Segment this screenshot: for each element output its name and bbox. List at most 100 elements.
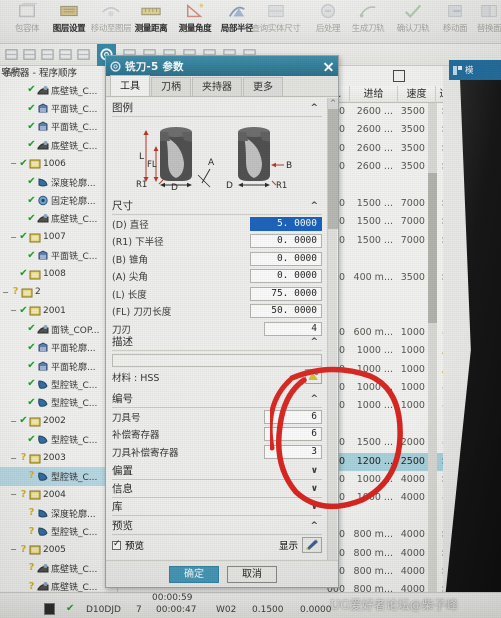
ribbon-measure-distance-icon[interactable]: 测量距离 (128, 0, 174, 43)
description-input[interactable] (112, 354, 322, 367)
dialog-scrollbar-thumb[interactable] (328, 109, 338, 229)
close-icon[interactable] (321, 59, 336, 74)
tree-item[interactable]: ✔ 面铣_COP... (0, 320, 117, 338)
description-section-header[interactable]: 描述 ^ (112, 333, 322, 351)
tree-item[interactable]: −? 2 (0, 283, 117, 301)
dialog-scrollbar[interactable]: ^ (327, 98, 338, 560)
ribbon-query-solid-size-icon[interactable]: 查询实体尺寸 (252, 0, 301, 43)
tree-item[interactable]: ✔ 固定轮廓... (0, 191, 117, 209)
chevron-up-icon[interactable]: ^ (310, 337, 322, 347)
tree-expander-icon[interactable]: − (9, 454, 18, 463)
dimensions-rows[interactable]: (D) 直径 5. 0000 (R1) 下半径 0. 0000 (B) 锥角 0. 000… (112, 215, 322, 338)
tree-expander-icon[interactable]: − (9, 159, 18, 168)
extrude-icon[interactable] (58, 47, 73, 62)
collapsed-section-header[interactable]: 库 ∨ (112, 498, 322, 516)
tree-item[interactable]: ✔ 平面铣_C... (0, 247, 117, 265)
tree-item[interactable]: ? 型腔铣_C... (0, 467, 117, 486)
dimension-field[interactable]: 0. 0000 (250, 251, 322, 266)
chevron-up-icon[interactable]: ^ (310, 201, 322, 211)
revolve-icon[interactable] (76, 47, 91, 62)
collapsed-section-header[interactable]: 信息 ∨ (112, 480, 322, 498)
tree-item[interactable]: −? 2003 (0, 449, 117, 467)
tree-expander-icon[interactable]: − (9, 490, 18, 499)
dimension-field[interactable]: 0. 0000 (250, 269, 322, 284)
display-tool-icon[interactable] (302, 537, 322, 553)
dimension-field[interactable]: 75. 0000 (250, 286, 322, 301)
chevron-up-icon[interactable]: ^ (310, 394, 322, 404)
preview-checkbox[interactable] (112, 539, 121, 550)
tree-expander-icon[interactable]: − (1, 288, 10, 297)
tree-item[interactable]: ✔ 型腔铣_C... (0, 394, 117, 412)
collapsed-sections[interactable]: 偏置 ∨ 信息 ∨ 库 ∨ (112, 462, 322, 516)
tree-item[interactable]: ✔ 底壁铣_C... (0, 210, 117, 228)
table-column-header[interactable]: 过.. (436, 86, 443, 103)
ribbon-layer-settings-icon[interactable]: 图层设置 (46, 0, 92, 43)
material-picker-icon[interactable] (305, 369, 322, 384)
cancel-button[interactable]: 取消 (227, 565, 277, 583)
tree-expander-icon[interactable]: − (9, 417, 18, 426)
chevron-up-icon[interactable]: ^ (310, 521, 322, 531)
preview-section-header[interactable]: 预览 ^ (112, 517, 322, 535)
tree-expander-icon[interactable]: − (9, 545, 18, 554)
tree-item[interactable]: ? 底壁铣_C... (0, 559, 117, 577)
numbering-section-header[interactable]: 编号 ^ (112, 390, 322, 408)
tree-item[interactable]: − ✔ 2001 (0, 302, 117, 320)
ribbon-generate-toolpath-icon[interactable]: 生成刀轨 (345, 0, 391, 43)
tree-item[interactable]: ✔ 深度轮廓... (0, 173, 117, 191)
tree-item[interactable]: ? 型腔铣_C... (0, 522, 117, 540)
tree-item[interactable]: − ✔ 1007 (0, 228, 117, 246)
legend-section-header[interactable]: 图例 ^ (112, 99, 322, 117)
chevron-up-icon[interactable]: ^ (310, 103, 322, 113)
tree-item[interactable]: ? 深度轮廓... (0, 504, 117, 522)
dialog-tab-刀柄[interactable]: 刀柄 (151, 77, 191, 96)
tree-item[interactable]: − ✔ 2002 (0, 412, 117, 430)
tree-item[interactable]: −? 2004 (0, 486, 117, 504)
ribbon-verify-toolpath-icon[interactable]: 确认刀轨 (390, 0, 436, 43)
ribbon-measure-angle-icon[interactable]: 测量角度 (172, 0, 218, 43)
dialog-tab-bar[interactable]: 工具 刀柄 夹持器 更多 (106, 75, 338, 97)
scroll-up-icon[interactable]: ^ (328, 98, 338, 109)
tree-item[interactable]: ✔ 平面铣_C... (0, 118, 117, 136)
numbering-field[interactable]: 6 (264, 427, 322, 442)
table-column-header[interactable]: 速度 (398, 86, 436, 103)
tree-item[interactable]: ✔ 1008 (0, 265, 117, 283)
operation-tree[interactable]: ✔ 底壁铣_C... ✔ 平面铣_C... ✔ 平面铣_C... ✔ 底壁铣_C... − ✔ 10… (0, 81, 117, 612)
ok-button[interactable]: 确定 (169, 565, 219, 583)
dialog-tab-工具[interactable]: 工具 (110, 75, 150, 96)
chevron-down-icon[interactable]: ∨ (311, 484, 322, 494)
numbering-rows[interactable]: 刀具号 6 补偿寄存器 6 刀具补偿寄存器 3 (112, 408, 322, 461)
dimensions-section-header[interactable]: 尺寸 ^ (112, 197, 322, 215)
sketch-icon[interactable] (22, 47, 37, 62)
tree-item[interactable]: ✔ 型腔铣_C... (0, 430, 117, 448)
tree-item[interactable]: ✔ 平面轮廓... (0, 357, 117, 375)
tree-item[interactable]: ✔ 平面铣_C... (0, 99, 117, 117)
dialog-tab-夹持器[interactable]: 夹持器 (192, 77, 242, 96)
ribbon-bounding-box-icon[interactable]: 包容体 (4, 0, 50, 43)
tree-expander-icon[interactable]: − (9, 306, 18, 315)
datum-icon[interactable] (40, 47, 55, 62)
tree-item[interactable]: ✔ 底壁铣_C... (0, 81, 117, 99)
history-icon[interactable] (4, 47, 19, 62)
tree-expander-icon[interactable]: − (9, 233, 18, 242)
chevron-down-icon[interactable]: ∨ (311, 466, 322, 476)
taskbar-window-chip[interactable]: 模 (449, 60, 501, 80)
dimension-field[interactable]: 50. 0000 (250, 304, 322, 319)
tree-item[interactable]: − ✔ 1006 (0, 155, 117, 173)
chevron-down-icon[interactable]: ∨ (311, 502, 322, 512)
table-scrollbar[interactable] (428, 103, 437, 603)
dialog-tab-更多[interactable]: 更多 (243, 77, 283, 96)
ribbon-offset-face-icon[interactable]: 偏 (492, 0, 501, 43)
table-column-header[interactable]: 进给 (350, 86, 398, 103)
milling-tool-parameters-dialog[interactable]: 铣刀-5 参数 工具 刀柄 夹持器 更多 图例 ^ L FL D R1 A B … (105, 55, 339, 588)
dimension-field[interactable]: 0. 0000 (250, 234, 322, 249)
tree-item[interactable]: ✔ 平面轮廓... (0, 338, 117, 356)
maximize-icon[interactable] (393, 70, 405, 82)
numbering-field[interactable]: 6 (264, 409, 322, 424)
dimension-field[interactable]: 5. 0000 (250, 216, 322, 231)
tree-item[interactable]: ✔ 型腔铣_C... (0, 375, 117, 393)
tree-item[interactable]: ✔ 底壁铣_C... (0, 136, 117, 154)
collapsed-section-header[interactable]: 偏置 ∨ (112, 462, 322, 480)
tree-item[interactable]: −? 2005 (0, 541, 117, 559)
table-scrollbar-thumb[interactable] (428, 173, 437, 323)
numbering-field[interactable]: 3 (264, 444, 322, 459)
